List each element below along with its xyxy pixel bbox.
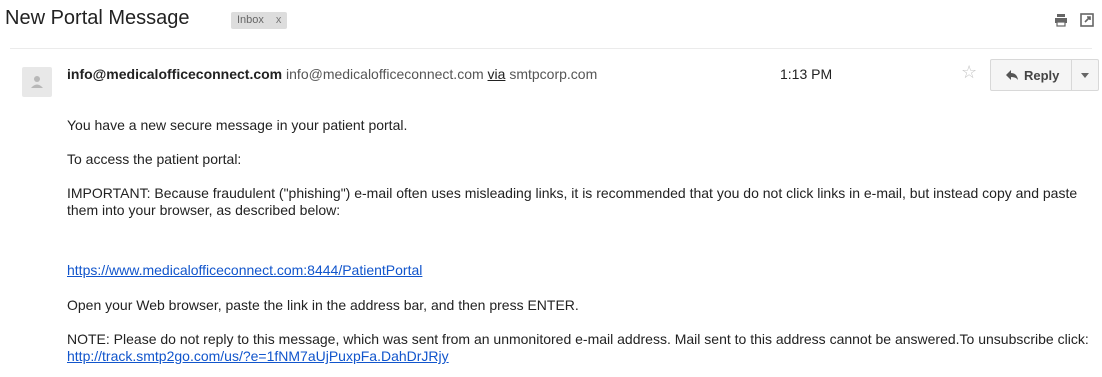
person-icon (31, 76, 43, 88)
subject-bar: New Portal Message Inbox x (0, 0, 1102, 44)
body-line-2: To access the patient portal: (67, 151, 242, 167)
inbox-label[interactable]: Inbox x (231, 12, 288, 29)
body-link-line: https://www.medicalofficeconnect.com:844… (67, 262, 422, 279)
header-divider (10, 48, 1092, 49)
sender-avatar[interactable] (22, 67, 52, 97)
message-time[interactable]: 1:13 PM (780, 66, 832, 82)
subject-toolbar (1054, 13, 1094, 32)
sender-name[interactable]: info@medicalofficeconnect.com (67, 66, 282, 82)
body-note: NOTE: Please do not reply to this messag… (67, 331, 1095, 365)
email-view: New Portal Message Inbox x info@medicalo… (0, 0, 1102, 377)
body-important: IMPORTANT: Because fraudulent ("phishing… (67, 185, 1078, 218)
inbox-label-text: Inbox (237, 14, 264, 26)
new-window-icon[interactable] (1080, 13, 1094, 32)
note-text: NOTE: Please do not reply to this messag… (67, 331, 1089, 347)
remove-label-icon[interactable]: x (276, 14, 282, 26)
print-icon[interactable] (1054, 13, 1068, 32)
email-subject: New Portal Message (5, 7, 190, 29)
reply-arrow-icon (1006, 70, 1018, 80)
unsubscribe-link[interactable]: http://track.smtp2go.com/us/?e=1fNM7aUjP… (67, 348, 449, 364)
via-link[interactable]: via (488, 66, 506, 82)
body-line-1: You have a new secure message in your pa… (67, 117, 408, 133)
reply-button-group: Reply (990, 59, 1100, 91)
caret-down-icon (1081, 72, 1090, 78)
portal-link[interactable]: https://www.medicalofficeconnect.com:844… (67, 262, 422, 278)
star-icon[interactable]: ☆ (961, 62, 977, 83)
body-instructions: Open your Web browser, paste the link in… (67, 297, 579, 313)
more-actions-button[interactable] (1072, 60, 1098, 90)
reply-button[interactable]: Reply (991, 60, 1073, 90)
via-domain: smtpcorp.com (509, 66, 598, 82)
sender-email: info@medicalofficeconnect.com (286, 66, 484, 82)
sender-line: info@medicalofficeconnect.com info@medic… (67, 66, 597, 82)
reply-label: Reply (1024, 67, 1060, 83)
